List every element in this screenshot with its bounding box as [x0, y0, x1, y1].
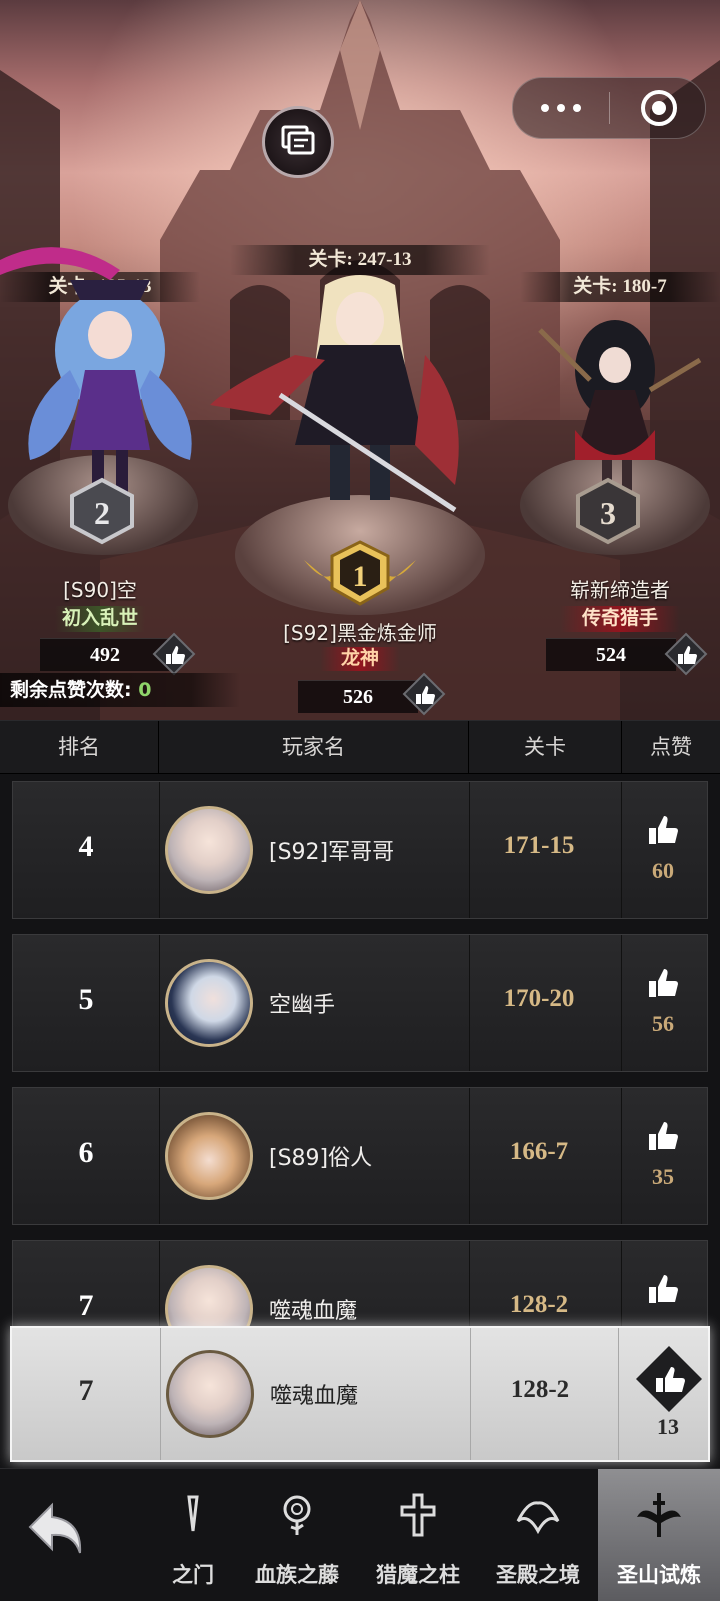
row-divider: [618, 1328, 619, 1460]
nav-hunter-pillar[interactable]: 猎魔之柱: [358, 1469, 478, 1601]
thumbs-up-icon[interactable]: [643, 1269, 683, 1309]
cross-icon: [400, 1493, 436, 1537]
row-player-name: 空幽手: [269, 993, 336, 1018]
sword-wings-icon: [637, 1493, 681, 1537]
podium-left-like-button[interactable]: [152, 632, 196, 676]
my-stage: 128-2: [510, 1376, 570, 1403]
nav-gate-label: 之门: [172, 1563, 214, 1587]
row-likes: 35: [652, 1164, 674, 1189]
row-divider: [159, 782, 160, 918]
more-dots-icon[interactable]: [541, 103, 585, 113]
header-likes: 点赞: [650, 735, 692, 759]
row-stage: 170-20: [503, 985, 575, 1012]
table-row: 5 空幽手 170-20 56: [12, 934, 708, 1072]
row-divider: [621, 782, 622, 918]
podium-center-likes: 526: [298, 680, 418, 713]
row-rank: 4: [78, 830, 94, 863]
podium-left-name: [S90]空: [63, 578, 137, 602]
nav-blood-vine[interactable]: 血族之藤: [236, 1469, 358, 1601]
row-rank: 5: [78, 983, 94, 1016]
rank-badge-2: 2: [70, 477, 134, 545]
header-stage: 关卡: [524, 735, 566, 759]
ranking-table-header: 排名 玩家名 关卡 点赞: [0, 720, 720, 774]
podium-center-name: [S92]黑金炼金师: [283, 621, 437, 645]
back-button[interactable]: [0, 1469, 150, 1601]
close-target-icon[interactable]: [641, 90, 677, 126]
podium-center-like-button[interactable]: [402, 672, 446, 716]
remaining-likes-bar: 剩余点赞次数: 0: [0, 673, 240, 707]
rank-badge-1: 1: [304, 540, 416, 606]
row-player-name: 噬魂血魔: [269, 1299, 358, 1324]
nav-temple-realm-label: 圣殿之境: [496, 1563, 580, 1587]
thumbs-up-icon[interactable]: [643, 810, 683, 850]
remaining-likes-label: 剩余点赞次数:: [10, 679, 132, 701]
table-row: 6 [S89]俗人 166-7 35: [12, 1087, 708, 1225]
row-divider: [621, 1088, 622, 1224]
row-divider: [621, 935, 622, 1071]
podium-right-likes: 524: [546, 638, 676, 671]
gate-icon: [187, 1495, 199, 1532]
character-left[interactable]: [0, 230, 200, 510]
capsule-divider: [609, 92, 610, 124]
row-rank: 6: [78, 1136, 94, 1169]
my-rank: 7: [78, 1374, 94, 1407]
character-center[interactable]: [210, 265, 510, 515]
row-player-name: [S92]军哥哥: [269, 840, 395, 865]
nav-gate[interactable]: 之门: [150, 1469, 236, 1601]
row-stage: 128-2: [509, 1291, 569, 1318]
podium-right-title: 传奇猎手: [560, 606, 680, 632]
rank-badge-3-number: 3: [600, 495, 616, 531]
row-rank: 7: [78, 1289, 94, 1322]
header-rank: 排名: [58, 735, 100, 759]
chat-icon: [281, 125, 315, 155]
podium-right-stage: 关卡: 180-7: [520, 272, 720, 302]
back-arrow-icon: [28, 1502, 82, 1554]
row-stage: 171-15: [503, 832, 575, 859]
avatar[interactable]: [165, 1112, 253, 1200]
row-likes: 56: [652, 1011, 674, 1036]
rank-badge-3: 3: [576, 477, 640, 545]
podium-scene: 关卡: 247-13 关卡: 185-13 关卡: 180-7: [0, 0, 720, 720]
thumbs-up-icon[interactable]: [643, 963, 683, 1003]
thumbs-up-icon[interactable]: [643, 1116, 683, 1156]
wing-icon: [516, 1501, 560, 1535]
podium-right-like-button[interactable]: [664, 632, 708, 676]
row-likes: 60: [652, 858, 674, 883]
nav-blood-vine-label: 血族之藤: [255, 1563, 339, 1587]
header-player: 玩家名: [282, 735, 345, 759]
row-player-name: [S89]俗人: [269, 1146, 373, 1171]
nav-temple-realm[interactable]: 圣殿之境: [478, 1469, 598, 1601]
podium-left-likes: 492: [40, 638, 170, 671]
chat-button[interactable]: [262, 106, 334, 178]
row-divider: [160, 1328, 161, 1460]
my-rank-row: 7 噬魂血魔 128-2 13: [10, 1326, 710, 1462]
nav-holy-mountain-label: 圣山试炼: [617, 1563, 701, 1587]
rank-badge-1-number: 1: [353, 560, 368, 593]
mini-program-capsule: [512, 77, 706, 139]
my-player-name: 噬魂血魔: [270, 1384, 359, 1409]
avatar[interactable]: [165, 959, 253, 1047]
remaining-likes-value: 0: [138, 679, 152, 701]
podium-center-title: 龙神: [320, 647, 400, 671]
my-like-button[interactable]: [634, 1344, 704, 1414]
row-divider: [159, 1088, 160, 1224]
rank-badge-2-number: 2: [94, 495, 110, 531]
row-divider: [159, 935, 160, 1071]
row-stage: 166-7: [509, 1138, 569, 1165]
rose-icon: [283, 1495, 311, 1535]
nav-hunter-pillar-label: 猎魔之柱: [376, 1563, 460, 1587]
table-row: 4 [S92]军哥哥 171-15 60: [12, 781, 708, 919]
avatar[interactable]: [165, 806, 253, 894]
nav-holy-mountain[interactable]: 圣山试炼: [598, 1469, 720, 1601]
my-likes: 13: [657, 1414, 679, 1439]
podium-right-name: 崭新缔造者: [570, 578, 670, 602]
podium-left-title: 初入乱世: [55, 606, 145, 632]
bottom-navigation: 之门 血族之藤 猎魔之柱 圣殿之境 圣山试炼: [0, 1468, 720, 1601]
my-avatar[interactable]: [166, 1350, 254, 1438]
